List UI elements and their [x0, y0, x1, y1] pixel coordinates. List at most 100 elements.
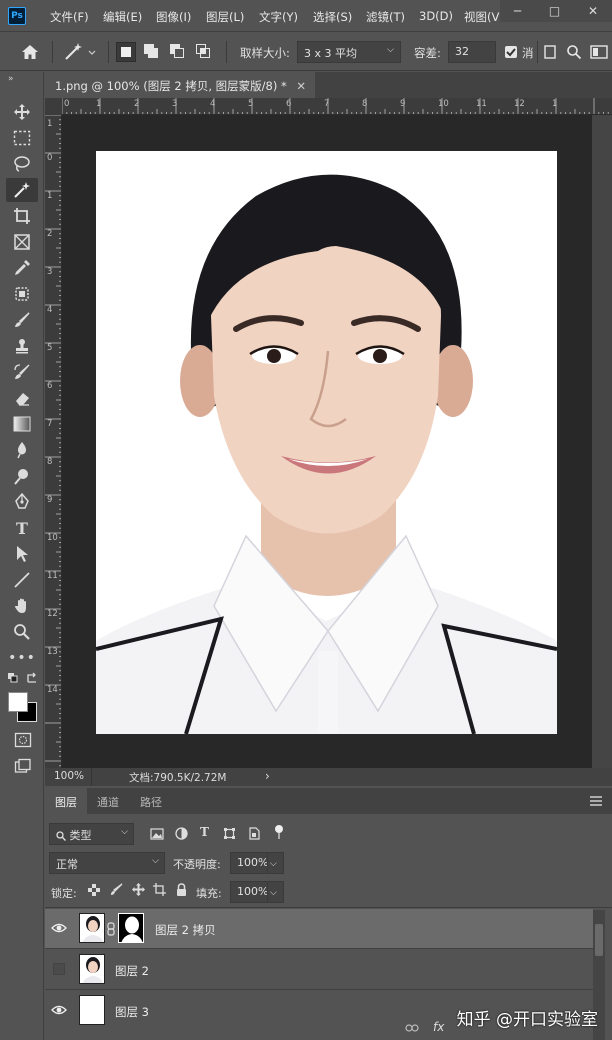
document-canvas-photo[interactable] [96, 151, 557, 734]
close-window-button[interactable]: ✕ [588, 4, 598, 18]
hand-tool[interactable] [6, 594, 38, 618]
ruler-origin[interactable] [45, 98, 62, 115]
canvas-vertical-scrollbar[interactable] [592, 115, 612, 768]
close-tab-button[interactable]: ✕ [296, 79, 306, 93]
tab-channels[interactable]: 通道 [87, 788, 129, 814]
history-brush-tool[interactable] [6, 360, 38, 384]
subtract-from-selection-button[interactable] [168, 42, 188, 62]
document-tab[interactable]: 1.png @ 100% (图层 2 拷贝, 图层蒙版/8) * ✕ [45, 72, 315, 98]
document-title: 1.png @ 100% (图层 2 拷贝, 图层蒙版/8) * [55, 79, 287, 93]
new-selection-button[interactable] [116, 42, 136, 62]
ruler-h-label: 6 [286, 99, 292, 109]
panel-menu-icon[interactable] [590, 796, 602, 806]
move-tool[interactable] [6, 100, 38, 124]
layer-mask-thumbnail[interactable] [118, 913, 144, 943]
zoom-level[interactable]: 100% [54, 770, 84, 782]
chevron-down-icon: ⌵ [121, 827, 128, 837]
visibility-toggle-off[interactable] [53, 963, 65, 975]
intersect-selection-button[interactable] [194, 42, 214, 62]
menu-image[interactable]: 图像(I) [156, 9, 191, 25]
maximize-button[interactable]: □ [549, 4, 560, 18]
menu-layer[interactable]: 图层(L) [206, 9, 244, 25]
zoom-tool[interactable] [6, 620, 38, 644]
opacity-dropdown-button[interactable]: ⌵ [267, 852, 284, 874]
swap-colors-icon[interactable] [26, 672, 38, 684]
lock-all-icon[interactable] [176, 883, 187, 896]
lock-position-icon[interactable] [132, 883, 145, 896]
marquee-tool[interactable] [6, 126, 38, 150]
dodge-tool[interactable] [6, 464, 38, 488]
gradient-tool[interactable] [6, 412, 38, 436]
photoshop-logo-icon[interactable]: Ps [8, 7, 26, 25]
foreground-color-swatch[interactable] [8, 692, 28, 712]
brush-tool[interactable] [6, 308, 38, 332]
frame-tool[interactable] [6, 230, 38, 254]
lock-transparent-pixels-icon[interactable] [88, 884, 100, 896]
ruler-h-label: 5 [248, 99, 254, 109]
minimize-button[interactable]: ─ [514, 4, 521, 18]
horizontal-ruler[interactable]: 0 1 2 3 4 5 6 7 8 9 10 11 12 1 [62, 98, 612, 115]
mask-link-icon[interactable] [107, 922, 115, 936]
layer-row[interactable]: 图层 2 拷贝 [45, 909, 593, 949]
sample-size-select[interactable]: 3 x 3 平均 ⌵ [297, 41, 401, 63]
eraser-tool[interactable] [6, 386, 38, 410]
visibility-eye-icon[interactable] [51, 921, 67, 935]
filter-smart-object-icon[interactable] [248, 827, 260, 840]
filter-adjustment-layer-icon[interactable] [175, 827, 188, 840]
menu-type[interactable]: 文字(Y) [259, 9, 298, 25]
collapse-arrows-icon[interactable]: » [8, 74, 14, 84]
contiguous-icon[interactable] [544, 45, 556, 59]
menu-filter[interactable]: 滤镜(T) [366, 9, 405, 25]
pen-tool[interactable] [6, 490, 38, 514]
anti-alias-checkbox[interactable] [505, 46, 517, 58]
magic-wand-preset-icon[interactable] [62, 42, 96, 62]
fill-dropdown-button[interactable]: ⌵ [267, 881, 284, 903]
path-selection-tool[interactable] [6, 542, 38, 566]
lock-image-pixels-icon[interactable] [110, 883, 123, 896]
status-menu-arrow[interactable]: › [265, 769, 270, 783]
workspace-icon[interactable] [590, 45, 608, 59]
magic-wand-tool[interactable] [6, 178, 38, 202]
menu-view[interactable]: 视图(V [464, 9, 499, 25]
filter-toggle-icon[interactable] [274, 824, 284, 840]
tab-layers[interactable]: 图层 [45, 788, 87, 814]
document-info[interactable]: 文档:790.5K/2.72M [129, 770, 226, 785]
search-icon[interactable] [566, 44, 582, 60]
layer-name: 图层 2 拷贝 [155, 923, 216, 937]
frame-icon [14, 234, 30, 250]
type-tool[interactable]: T [6, 516, 38, 540]
tolerance-label: 容差: [414, 46, 441, 60]
menu-select[interactable]: 选择(S) [313, 9, 352, 25]
eyedropper-tool[interactable] [6, 256, 38, 280]
menu-file[interactable]: 文件(F) [50, 9, 89, 25]
crop-tool[interactable] [6, 204, 38, 228]
filter-type-layer-icon[interactable]: T [200, 825, 209, 839]
clone-stamp-tool[interactable] [6, 334, 38, 358]
more-tools-button[interactable]: ••• [6, 646, 38, 670]
default-colors-icon[interactable] [7, 672, 19, 684]
menu-edit[interactable]: 编辑(E) [103, 9, 142, 25]
link-layers-icon[interactable] [405, 1023, 419, 1033]
tolerance-input[interactable]: 32 [448, 41, 496, 63]
blur-tool[interactable] [6, 438, 38, 462]
lasso-tool[interactable] [6, 152, 38, 176]
blend-mode-select[interactable]: 正常 ⌵ [49, 852, 165, 874]
filter-shape-layer-icon[interactable] [223, 827, 236, 840]
healing-brush-tool[interactable] [6, 282, 38, 306]
menu-3d[interactable]: 3D(D) [419, 9, 453, 23]
filter-pixel-layer-icon[interactable] [150, 828, 164, 840]
line-tool[interactable] [6, 568, 38, 592]
tab-paths[interactable]: 路径 [130, 788, 172, 814]
lasso-icon [14, 156, 30, 172]
home-icon[interactable] [20, 43, 40, 61]
lock-artboard-icon[interactable] [153, 883, 166, 896]
add-to-selection-button[interactable] [142, 42, 162, 62]
visibility-eye-icon[interactable] [51, 1003, 67, 1017]
layer-row[interactable]: 图层 2 [45, 950, 593, 990]
screen-mode-icon[interactable] [14, 758, 32, 774]
ruler-h-label: 10 [438, 99, 449, 109]
layer-filter-select[interactable]: 类型 ⌵ [49, 823, 134, 845]
add-layer-style-button[interactable]: fx [433, 1020, 444, 1034]
quick-mask-icon[interactable] [14, 732, 32, 748]
vertical-ruler[interactable]: 1 0 1 2 3 4 5 6 7 8 9 10 11 12 13 14 [45, 115, 62, 768]
